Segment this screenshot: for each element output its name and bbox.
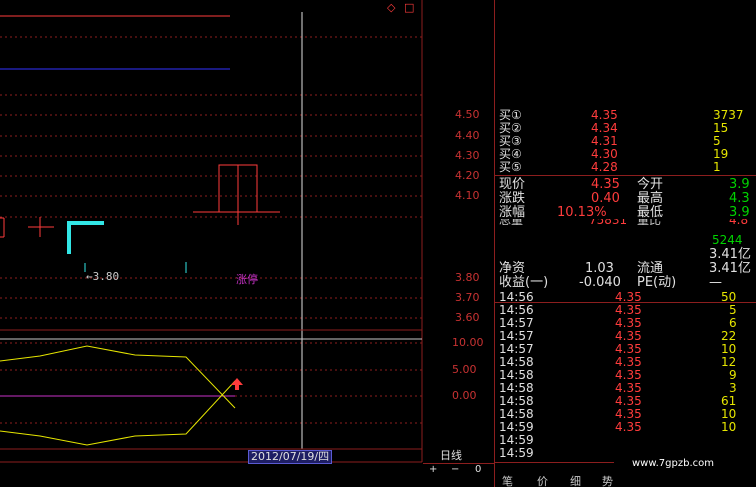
capital-value: 3.41亿 (709, 247, 751, 262)
stat-row: 涨幅 10.13% 最低 3.9 (497, 206, 756, 219)
stat-value: 10.13% (557, 205, 607, 220)
cursor-date-label: 2012/07/19/四 (248, 450, 333, 464)
capital-label: PE(动) (637, 275, 677, 290)
tick-row: 14:59 (497, 447, 756, 460)
capital-value: — (709, 275, 722, 290)
indicator-line-2 (0, 380, 236, 446)
stat-row: 现价 4.35 今开 3.9 (497, 178, 756, 191)
capital-value: 3.41亿 (709, 261, 751, 276)
volume-value: 5244 (712, 233, 743, 247)
axis-tick-label: 3.80 (455, 271, 480, 284)
axis-tick-label: 3.70 (455, 291, 480, 304)
zoom-reset-button[interactable]: 0 (475, 464, 481, 475)
tick-time: 14:59 (499, 446, 534, 460)
buy-signal-icon (231, 378, 243, 390)
stat-label: 最高 (637, 191, 664, 206)
axis-tick-label: 0.00 (452, 389, 477, 402)
candle-doji (0, 217, 54, 238)
axis-tick-label: 5.00 (452, 363, 477, 376)
tick-price: 4.35 (615, 420, 642, 434)
axis-tick-label: 10.00 (452, 336, 484, 349)
stat-label: 现价 (499, 177, 526, 192)
stat-label: 最低 (637, 205, 664, 220)
stat-row: 涨跌 0.40 最高 4.3 (497, 192, 756, 205)
axis-tick-label: 4.50 (455, 108, 480, 121)
tab-0[interactable]: 笔 (502, 476, 513, 487)
tab-1[interactable]: 价 (537, 476, 548, 487)
capital-label: 收益(一) (499, 275, 549, 290)
stat-value: 4.3 (729, 191, 750, 206)
zoom-out-button[interactable]: − (451, 464, 459, 475)
kline-chart[interactable] (0, 0, 430, 487)
candle-limit-up (193, 164, 280, 225)
limit-up-label: 涨停 (236, 273, 258, 286)
axis-tick-label: 4.30 (455, 149, 480, 162)
axis-tick-label: 4.10 (455, 189, 480, 202)
stat-value: 3.9 (729, 205, 750, 220)
period-label[interactable]: 日线 (440, 450, 462, 462)
capital-row: 净资 1.03 流通 3.41亿 (497, 262, 756, 275)
order-book-row: 买⑤ 4.28 1 (497, 161, 756, 174)
stat-value: 4.35 (591, 177, 620, 192)
grid-lines (0, 36, 422, 424)
tick-row: 14:59 4.35 10 (497, 421, 756, 434)
tick-row: 14:59 (497, 434, 756, 447)
capital-label: 流通 (637, 261, 664, 276)
stat-label: 涨跌 (499, 191, 526, 206)
tick-volume: 10 (721, 420, 737, 434)
zoom-in-button[interactable]: + (429, 464, 437, 475)
capital-value: -0.040 (579, 275, 621, 290)
capital-row: 3.41亿 (497, 248, 756, 261)
restore-icon[interactable]: ◇ (387, 1, 395, 14)
order-volume: 1 (713, 160, 721, 174)
stat-value: 0.40 (591, 191, 620, 206)
axis-tick-label: 3.60 (455, 311, 480, 324)
tab-2[interactable]: 细 (570, 476, 581, 487)
low-price-marker: ←3.80 (86, 270, 120, 283)
watermark: www.7gpzb.com (632, 458, 714, 469)
order-label: 买⑤ (499, 160, 522, 174)
stock-terminal-window: { "top_icons": {"restore": "◇", "window"… (0, 0, 756, 487)
panel-divider (494, 0, 495, 487)
stat-value: 3.9 (729, 177, 750, 192)
capital-label: 净资 (499, 261, 526, 276)
tab-3[interactable]: 势 (602, 476, 613, 487)
axis-tick-label: 4.20 (455, 169, 480, 182)
window-icon[interactable]: □ (404, 1, 414, 14)
axis-tick-label: 4.40 (455, 129, 480, 142)
capital-value: 1.03 (585, 261, 614, 276)
zoom-bar: + − 0 (423, 463, 495, 475)
stat-label: 今开 (637, 177, 664, 192)
indicator-line-1 (0, 345, 236, 409)
capital-row: 收益(一) -0.040 PE(动) — (497, 276, 756, 289)
order-price: 4.28 (591, 160, 618, 174)
partial-row: 总量 75831 量比 4.8 (499, 219, 749, 227)
stat-label: 涨幅 (499, 205, 526, 220)
cyan-bracket (67, 221, 104, 254)
